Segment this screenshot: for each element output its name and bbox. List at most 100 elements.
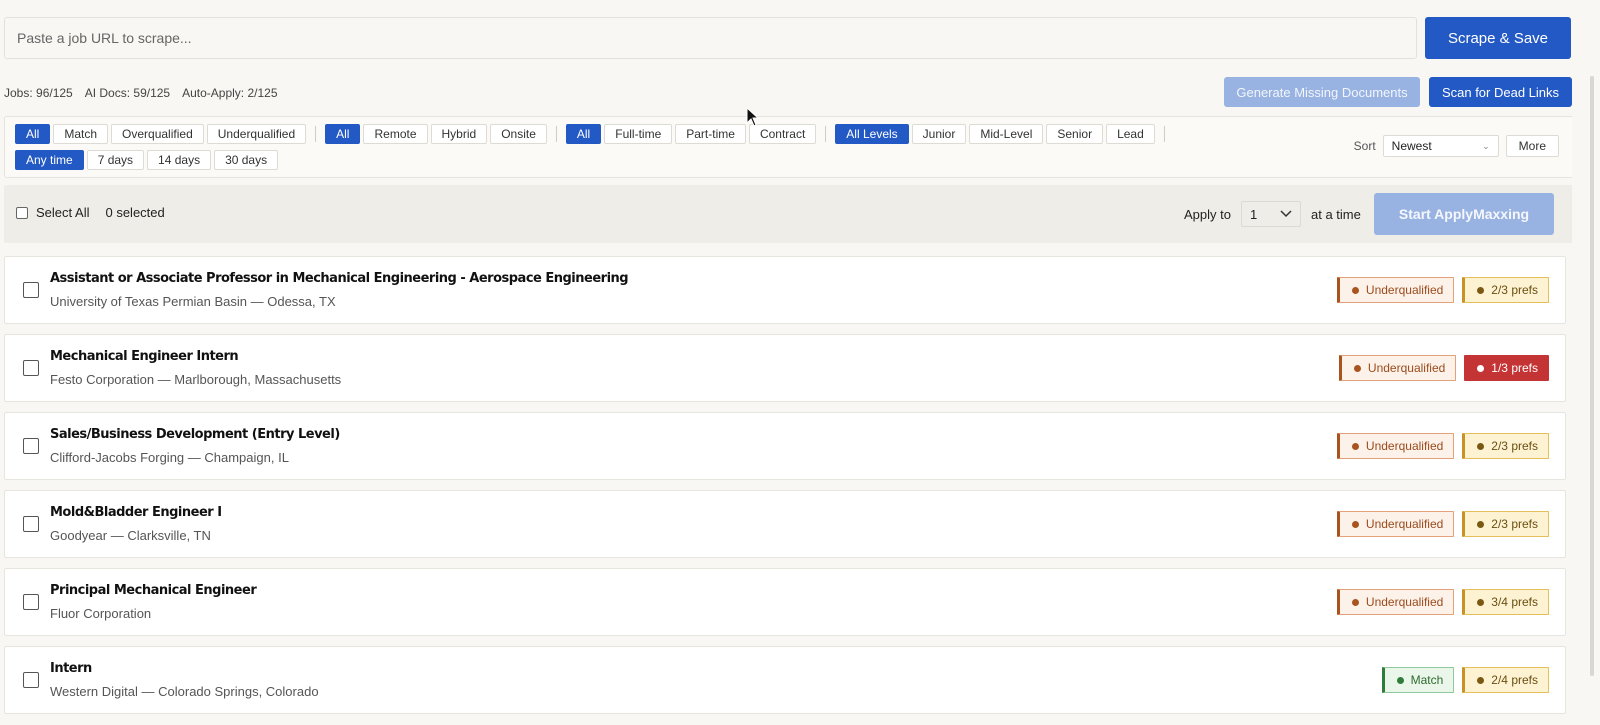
prefs-badge: 1/3 prefs xyxy=(1464,355,1549,381)
auto-apply-stat: Auto-Apply: 2/125 xyxy=(182,86,278,100)
apply-to-label: Apply to xyxy=(1184,206,1231,222)
prefs-badge-label: 2/3 prefs xyxy=(1491,517,1538,531)
job-url-input[interactable] xyxy=(4,17,1417,59)
filter-level-lead[interactable]: Lead xyxy=(1106,124,1155,144)
sort-select[interactable]: Newest ⌄ xyxy=(1382,135,1499,157)
match-badge-label: Underqualified xyxy=(1365,595,1444,609)
prefs-badge-label: 2/4 prefs xyxy=(1491,673,1538,687)
scan-dead-links-button[interactable]: Scan for Dead Links xyxy=(1429,77,1572,107)
match-badge: Underqualified xyxy=(1336,277,1455,303)
job-checkbox[interactable] xyxy=(23,282,39,298)
job-title[interactable]: Assistant or Associate Professor in Mech… xyxy=(50,271,629,286)
match-badge: Underqualified xyxy=(1336,433,1455,459)
job-card[interactable]: Intern Western Digital — Colorado Spring… xyxy=(4,646,1566,714)
filter-type-full-time[interactable]: Full-time xyxy=(604,124,673,144)
scrollbar[interactable] xyxy=(1572,0,1600,725)
selected-count: 0 selected xyxy=(105,205,165,220)
filter-bar: All Match Overqualified Underqualified A… xyxy=(4,116,1574,178)
prefs-badge-label: 2/3 prefs xyxy=(1491,283,1538,297)
job-card[interactable]: Principal Mechanical Engineer Fluor Corp… xyxy=(4,568,1566,636)
sort-value: Newest xyxy=(1391,139,1432,153)
filter-location-all[interactable]: All xyxy=(325,124,361,144)
filter-match-all[interactable]: All xyxy=(15,124,51,144)
job-card[interactable]: Mold&Bladder Engineer I Goodyear — Clark… xyxy=(4,490,1566,558)
job-checkbox[interactable] xyxy=(23,516,39,532)
filter-type-part-time[interactable]: Part-time xyxy=(675,124,746,144)
filter-location-remote[interactable]: Remote xyxy=(363,124,428,144)
filter-location-hybrid[interactable]: Hybrid xyxy=(430,124,488,144)
job-card[interactable]: Mechanical Engineer Intern Festo Corpora… xyxy=(4,334,1566,402)
select-all-checkbox[interactable] xyxy=(16,206,28,219)
more-filters-button[interactable]: More xyxy=(1505,135,1559,157)
bulk-action-bar: Select All 0 selected Apply to 1 at a ti… xyxy=(4,185,1574,243)
filter-divider xyxy=(1163,126,1165,142)
generate-missing-documents-button[interactable]: Generate Missing Documents xyxy=(1224,77,1420,107)
job-checkbox[interactable] xyxy=(23,672,39,688)
job-card[interactable]: Sales/Business Development (Entry Level)… xyxy=(4,412,1566,480)
filter-time-any[interactable]: Any time xyxy=(15,150,84,170)
filter-divider xyxy=(315,126,317,142)
job-card[interactable]: Assistant or Associate Professor in Mech… xyxy=(4,256,1566,324)
stats-row: Jobs: 96/125 AI Docs: 59/125 Auto-Apply:… xyxy=(4,86,278,100)
filter-match-overqualified[interactable]: Overqualified xyxy=(111,124,204,144)
dot-icon xyxy=(1477,598,1485,606)
match-badge-label: Underqualified xyxy=(1365,439,1444,453)
filter-match-underqualified[interactable]: Underqualified xyxy=(206,124,307,144)
job-title[interactable]: Intern xyxy=(50,661,92,676)
job-checkbox[interactable] xyxy=(23,360,39,376)
match-badge: Underqualified xyxy=(1336,511,1455,537)
job-company-location: Festo Corporation — Marlborough, Massach… xyxy=(50,372,342,387)
job-company-location: Western Digital — Colorado Springs, Colo… xyxy=(50,684,319,699)
prefs-badge: 2/4 prefs xyxy=(1462,667,1549,693)
ai-docs-stat: AI Docs: 59/125 xyxy=(84,86,171,100)
job-title[interactable]: Principal Mechanical Engineer xyxy=(50,583,257,598)
job-title[interactable]: Mold&Bladder Engineer I xyxy=(50,505,222,520)
dot-icon xyxy=(1351,442,1359,450)
filter-level-junior[interactable]: Junior xyxy=(911,124,967,144)
sort-label: Sort xyxy=(1353,139,1376,153)
filter-divider xyxy=(825,126,827,142)
filter-time-14-days[interactable]: 14 days xyxy=(147,150,212,170)
scrape-save-button[interactable]: Scrape & Save xyxy=(1425,17,1571,59)
filter-match-match[interactable]: Match xyxy=(53,124,109,144)
filter-time-30-days[interactable]: 30 days xyxy=(214,150,279,170)
job-badges: Underqualified 2/3 prefs xyxy=(1336,277,1549,303)
select-all-label: Select All xyxy=(36,205,90,220)
filter-divider xyxy=(555,126,557,142)
apply-count-select[interactable]: 1 xyxy=(1240,201,1301,227)
match-badge: Underqualified xyxy=(1338,355,1457,381)
filter-level-all[interactable]: All Levels xyxy=(835,124,909,144)
match-badge-label: Underqualified xyxy=(1365,517,1444,531)
dot-icon xyxy=(1353,364,1361,372)
filter-type-all[interactable]: All xyxy=(565,124,602,144)
job-checkbox[interactable] xyxy=(23,594,39,610)
prefs-badge: 3/4 prefs xyxy=(1462,589,1549,615)
jobs-stat: Jobs: 96/125 xyxy=(4,86,73,100)
filter-level-mid[interactable]: Mid-Level xyxy=(969,124,1044,144)
dot-icon xyxy=(1477,364,1485,372)
job-checkbox[interactable] xyxy=(23,438,39,454)
dot-icon xyxy=(1351,286,1359,294)
filter-location-onsite[interactable]: Onsite xyxy=(490,124,547,144)
match-badge: Match xyxy=(1381,667,1455,693)
apply-batch-control: Apply to 1 at a time xyxy=(1184,201,1361,227)
prefs-badge-label: 2/3 prefs xyxy=(1491,439,1538,453)
filter-time-7-days[interactable]: 7 days xyxy=(86,150,145,170)
match-badge-label: Underqualified xyxy=(1367,361,1446,375)
start-applymaxxing-button[interactable]: Start ApplyMaxxing xyxy=(1374,193,1554,235)
at-a-time-label: at a time xyxy=(1310,206,1361,222)
dot-icon xyxy=(1396,676,1404,684)
job-badges: Underqualified 2/3 prefs xyxy=(1336,511,1549,537)
dot-icon xyxy=(1351,598,1359,606)
select-all-control: Select All 0 selected xyxy=(16,205,165,220)
prefs-badge: 2/3 prefs xyxy=(1462,277,1549,303)
apply-count-value: 1 xyxy=(1249,206,1258,222)
filter-level-senior[interactable]: Senior xyxy=(1046,124,1104,144)
url-scrape-row: Scrape & Save xyxy=(4,17,1574,59)
job-company-location: University of Texas Permian Basin — Odes… xyxy=(50,294,336,309)
job-badges: Underqualified 2/3 prefs xyxy=(1336,433,1549,459)
filter-type-contract[interactable]: Contract xyxy=(748,124,817,144)
job-title[interactable]: Sales/Business Development (Entry Level) xyxy=(50,427,340,442)
job-title[interactable]: Mechanical Engineer Intern xyxy=(50,349,239,364)
scrollbar-thumb[interactable] xyxy=(1590,76,1594,676)
